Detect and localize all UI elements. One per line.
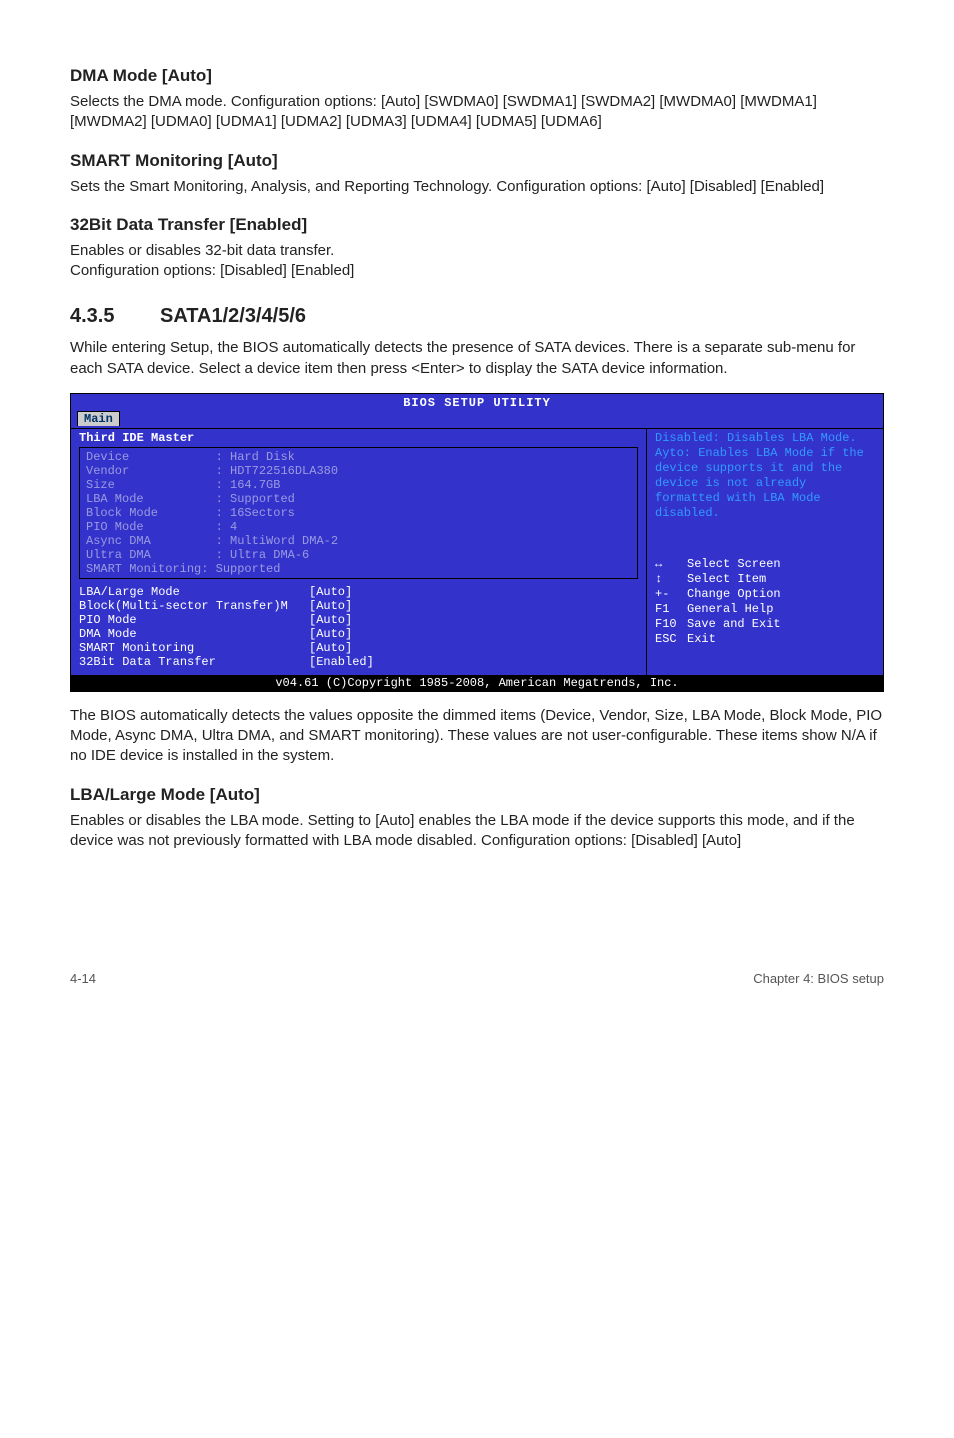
bios-screenshot: BIOS SETUP UTILITY Main Third IDE Master… (70, 393, 884, 692)
nav-text-1: Select Item (687, 572, 766, 587)
bios-left-pane: Third IDE Master Device : Hard Disk Vend… (71, 429, 647, 675)
text-32bit-1: Enables or disables 32-bit data transfer… (70, 241, 884, 261)
heading-dma-mode: DMA Mode [Auto] (70, 66, 884, 86)
opt-dma[interactable]: DMA Mode[Auto] (79, 627, 638, 641)
arrow-ud-icon: ↕ (655, 572, 687, 587)
bios-right-pane: Disabled: Disables LBA Mode.Ayto: Enable… (647, 429, 883, 675)
bios-options: LBA/Large Mode[Auto] Block(Multi-sector … (79, 585, 638, 669)
bios-device-info: Device : Hard Disk Vendor : HDT722516DLA… (79, 447, 638, 579)
bios-help-text: Disabled: Disables LBA Mode.Ayto: Enable… (655, 431, 875, 521)
info-v-4: 16Sectors (230, 506, 295, 520)
f10-key: F10 (655, 617, 687, 632)
page-number: 4-14 (70, 971, 96, 986)
chapter-title: Chapter 4: BIOS setup (753, 971, 884, 986)
info-k-0: Device : (86, 450, 230, 464)
nav-text-2: Change Option (687, 587, 781, 602)
nav-text-4: Save and Exit (687, 617, 781, 632)
section-intro: While entering Setup, the BIOS automatic… (70, 338, 884, 379)
info-v-7: Ultra DMA-6 (230, 548, 309, 562)
info-v-3: Supported (230, 492, 295, 506)
heading-lba-large: LBA/Large Mode [Auto] (70, 785, 884, 805)
info-v-2: 164.7GB (230, 478, 280, 492)
section-heading: 4.3.5SATA1/2/3/4/5/6 (70, 305, 884, 328)
nav-text-0: Select Screen (687, 557, 781, 572)
text-lba-large: Enables or disables the LBA mode. Settin… (70, 811, 884, 852)
opt-32bit[interactable]: 32Bit Data Transfer[Enabled] (79, 655, 638, 669)
bios-nav-keys: ↔Select Screen ↕Select Item +-Change Opt… (655, 557, 875, 647)
info-v-8: Supported (216, 562, 281, 576)
opt-pio[interactable]: PIO Mode[Auto] (79, 613, 638, 627)
nav-text-3: General Help (687, 602, 773, 617)
heading-32bit-transfer: 32Bit Data Transfer [Enabled] (70, 215, 884, 235)
info-v-1: HDT722516DLA380 (230, 464, 338, 478)
text-smart-monitoring: Sets the Smart Monitoring, Analysis, and… (70, 177, 884, 197)
after-bios-text: The BIOS automatically detects the value… (70, 706, 884, 767)
opt-smart[interactable]: SMART Monitoring[Auto] (79, 641, 638, 655)
esc-key: ESC (655, 632, 687, 647)
opt-lba-large[interactable]: LBA/Large Mode[Auto] (79, 585, 638, 599)
bios-tab-main[interactable]: Main (77, 411, 120, 426)
section-title: SATA1/2/3/4/5/6 (160, 305, 306, 327)
nav-text-5: Exit (687, 632, 716, 647)
info-v-6: MultiWord DMA-2 (230, 534, 338, 548)
plusminus-icon: +- (655, 587, 687, 602)
opt-block[interactable]: Block(Multi-sector Transfer)M[Auto] (79, 599, 638, 613)
text-dma-mode: Selects the DMA mode. Configuration opti… (70, 92, 884, 133)
arrow-lr-icon: ↔ (655, 557, 687, 572)
info-v-5: 4 (230, 520, 237, 534)
info-v-0: Hard Disk (230, 450, 295, 464)
section-number: 4.3.5 (70, 305, 160, 328)
bios-subheader: Third IDE Master (79, 431, 638, 445)
text-32bit-2: Configuration options: [Disabled] [Enabl… (70, 261, 884, 281)
heading-smart-monitoring: SMART Monitoring [Auto] (70, 151, 884, 171)
f1-key: F1 (655, 602, 687, 617)
bios-title: BIOS SETUP UTILITY (71, 394, 883, 411)
bios-footer: v04.61 (C)Copyright 1985-2008, American … (71, 675, 883, 691)
